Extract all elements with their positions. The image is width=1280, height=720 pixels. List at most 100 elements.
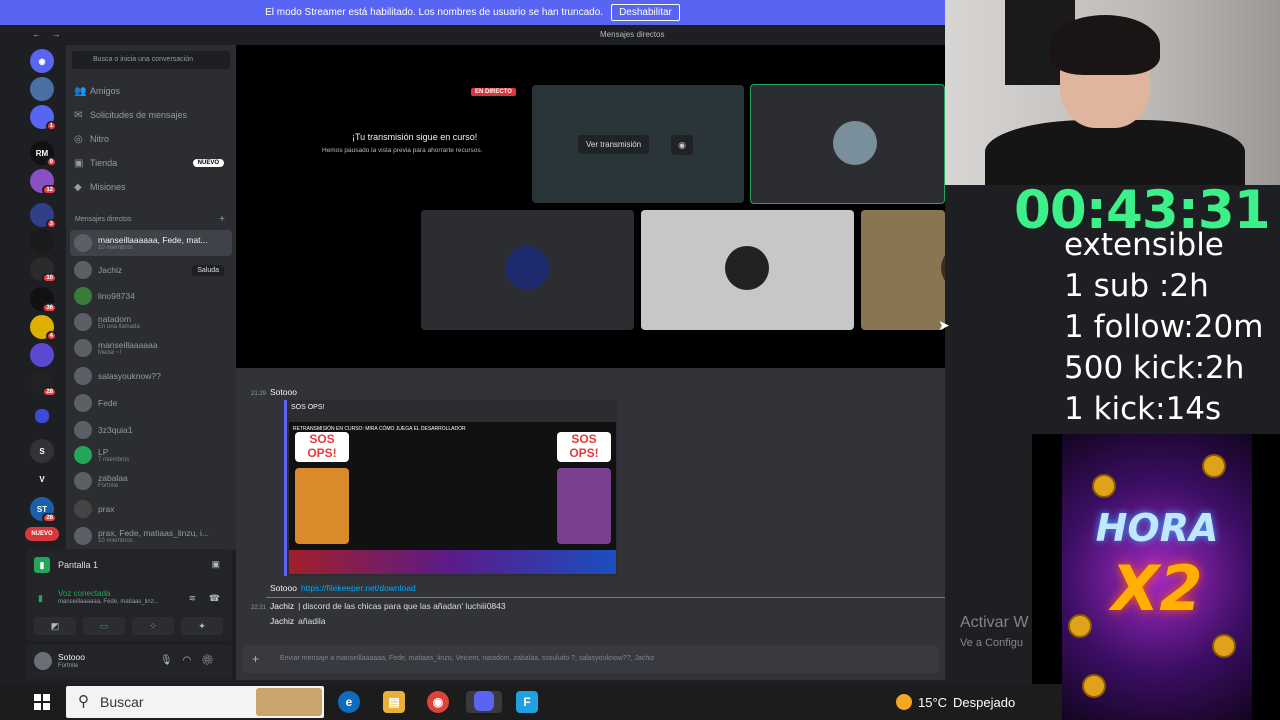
dm-item[interactable]: manseillaaaaaa, Fede, mat... 10 miembros	[70, 230, 232, 256]
dm-item[interactable]: salasyouknow??	[70, 363, 232, 389]
server-icon[interactable]: 4	[30, 315, 57, 341]
webcam-person-body	[985, 120, 1245, 185]
server-icon[interactable]: 1	[30, 105, 57, 131]
server-icon[interactable]: RM 9	[30, 141, 57, 167]
dm-item[interactable]: Jachiz Saluda	[70, 257, 232, 283]
dm-item[interactable]: LP 7 miembros	[70, 442, 232, 468]
embed-banner	[289, 550, 616, 574]
server-icon[interactable]: V	[30, 467, 54, 491]
edge-icon[interactable]: e	[338, 691, 360, 713]
preview-icon[interactable]: ◉	[671, 135, 693, 155]
folder-icon[interactable]	[35, 409, 49, 423]
wave-button[interactable]: Saluda	[192, 264, 224, 276]
add-attachment-icon[interactable]: +	[252, 652, 259, 666]
dm-name: prax	[98, 504, 115, 514]
share-screen-button[interactable]: ▭	[83, 617, 125, 635]
avatar	[941, 246, 945, 290]
activity-button[interactable]: ⁘	[132, 617, 174, 635]
dm-sub: Medal ~!	[98, 350, 122, 356]
subathon-line: extensible	[1064, 227, 1224, 263]
server-icon[interactable]	[30, 229, 54, 253]
title-bar: ← → Mensajes directos	[22, 25, 945, 45]
nav-message-requests[interactable]: ✉ Solicitudes de mensajes	[74, 104, 228, 126]
server-icon[interactable]: 28	[30, 371, 57, 397]
server-icon[interactable]: 10	[30, 257, 57, 283]
subathon-line: 1 sub :2h	[1064, 268, 1209, 304]
message-author[interactable]: Jachiz	[270, 601, 294, 611]
server-icon[interactable]	[30, 77, 54, 101]
dm-name: lino98734	[98, 291, 135, 301]
dm-sub: Fortnite	[98, 483, 119, 489]
server-icon[interactable]	[30, 343, 54, 367]
avatar	[74, 446, 92, 464]
dm-item[interactable]: zabalaa Fortnite	[70, 468, 232, 494]
search-highlight-image	[256, 688, 322, 716]
nav-friends[interactable]: 👥 Amigos	[74, 80, 228, 102]
dm-item[interactable]: prax, Fede, matiaas_linzu, i... 10 miembr…	[70, 523, 232, 549]
screen-share-row[interactable]: ▮ Pantalla 1	[34, 557, 98, 573]
nav-quests[interactable]: ◆ Misiones	[74, 176, 228, 198]
discord-home-icon[interactable]: ◉	[30, 49, 54, 73]
chrome-icon[interactable]: ◉	[427, 691, 449, 713]
dm-item[interactable]: 3z3quia1	[70, 417, 232, 443]
dm-item[interactable]: lino98734	[70, 283, 232, 309]
nav-arrows-icon[interactable]: ← →	[32, 29, 65, 39]
app-f-icon[interactable]: F	[516, 691, 538, 713]
dm-item[interactable]: manseillaaaaaa Medal ~!	[70, 335, 232, 361]
main-area: EN DIRECTO ¡Tu transmisión sigue en curs…	[236, 45, 950, 680]
embed-image[interactable]: RETRANSMISIÓN EN CURSO: MIRA CÓMO JUEGA …	[289, 422, 616, 574]
dm-item[interactable]: prax	[70, 496, 232, 522]
message-input[interactable]: + Enviar mensaje a manseillaaaaaa, Fede,…	[242, 645, 939, 673]
soundboard-button[interactable]: ✦	[181, 617, 223, 635]
avatar	[74, 527, 92, 545]
disable-streamer-button[interactable]: Deshabilitar	[611, 4, 680, 21]
file-explorer-icon[interactable]: ▤	[383, 691, 405, 713]
coin-icon	[1082, 674, 1106, 698]
windows-start-icon[interactable]	[34, 694, 50, 710]
discord-taskbar-icon[interactable]	[466, 691, 502, 713]
signal-icon: ▮	[38, 593, 43, 603]
server-icon[interactable]: 36	[30, 287, 57, 313]
participant-tile[interactable]	[421, 210, 634, 330]
message-author[interactable]: Sotooo	[270, 387, 297, 397]
chat-message: 21:29 Sotooo	[251, 387, 301, 397]
dm-item[interactable]: Fede	[70, 390, 232, 416]
camera-button[interactable]: ◩	[34, 617, 76, 635]
nav-label: Nitro	[90, 134, 110, 144]
message-text: | discord de las chicas para que las aña…	[298, 601, 506, 611]
stream-tile[interactable]: Ver transmisión ◉	[532, 85, 744, 203]
message-text: añadila	[298, 616, 326, 626]
avatar[interactable]	[34, 652, 52, 670]
server-icon[interactable]: 3	[30, 203, 57, 229]
screen-settings-icon[interactable]: ▣	[211, 559, 220, 570]
participant-tile[interactable]	[750, 84, 945, 204]
message-link[interactable]: https://filekeeper.net/download	[301, 583, 416, 593]
dm-name: Fede	[98, 398, 118, 408]
server-icon[interactable]: 12	[30, 169, 57, 195]
add-dm-icon[interactable]: +	[219, 214, 225, 225]
disconnect-icon[interactable]: ☎	[209, 593, 220, 604]
noise-icon[interactable]: ≋	[188, 593, 196, 604]
link-embed[interactable]: SOS OPS! RETRANSMISIÓN EN CURSO: MIRA CÓ…	[284, 400, 618, 576]
mic-headset-settings-icons[interactable]: 🎙◠⚙	[160, 655, 224, 666]
voice-panel: ▮ Pantalla 1 ▣ ▮ Voz conectada manseilla…	[26, 549, 232, 641]
participant-tile[interactable]	[861, 210, 945, 330]
dm-sub: 10 miembros	[98, 538, 133, 544]
taskbar-search[interactable]: ⚲ Buscar	[66, 686, 324, 718]
participant-tile[interactable]	[641, 210, 854, 330]
weather-temp: 15°C	[918, 694, 948, 710]
dm-name: LP	[98, 447, 109, 457]
dm-search-input[interactable]: Busca o inicia una conversación	[72, 51, 230, 69]
message-author[interactable]: Sotooo	[270, 583, 297, 593]
watch-stream-button[interactable]: Ver transmisión	[578, 135, 650, 154]
subathon-line: 500 kick:2h	[1064, 350, 1245, 386]
new-servers-badge[interactable]: NUEVO	[25, 527, 59, 541]
dm-item[interactable]: natadom En una llamada	[70, 309, 232, 335]
message-author[interactable]: Jachiz	[270, 616, 294, 626]
nav-shop[interactable]: ▣ Tienda NUEVO	[74, 152, 228, 174]
weather-widget[interactable]: 15°C Despejado	[896, 694, 1015, 710]
server-icon[interactable]: ST 28	[30, 497, 57, 523]
server-icon[interactable]: S	[30, 439, 54, 463]
nav-nitro[interactable]: ◎ Nitro	[74, 128, 228, 150]
nitro-icon: ◎	[74, 133, 83, 145]
